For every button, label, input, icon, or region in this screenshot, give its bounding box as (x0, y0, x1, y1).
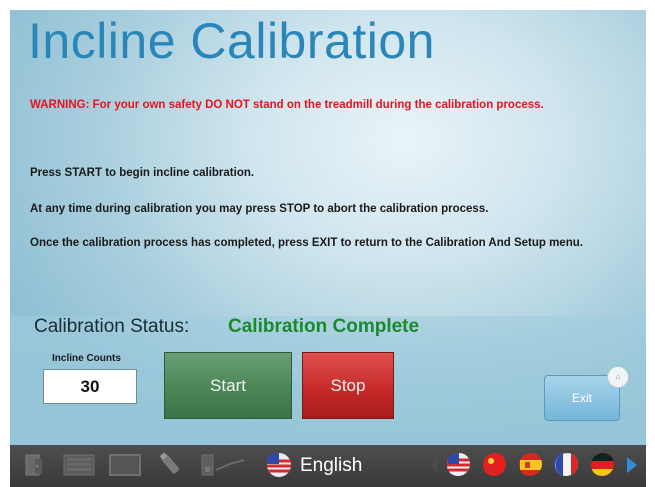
arrow-right-icon[interactable] (625, 455, 639, 475)
calibration-status-label: Calibration Status: (34, 316, 190, 337)
flag-us-icon[interactable] (446, 452, 470, 476)
page-title: Incline Calibration (28, 13, 435, 69)
safety-warning: WARNING: For your own safety DO NOT stan… (30, 99, 544, 111)
door-icon[interactable] (22, 452, 48, 478)
network-icon[interactable] (200, 452, 260, 478)
exit-badge-icon: ⌂ (607, 366, 629, 388)
flag-germany-icon[interactable] (590, 452, 614, 476)
flag-china-icon[interactable] (482, 452, 506, 476)
flag-france-icon[interactable] (554, 452, 578, 476)
instruction-stop: At any time during calibration you may p… (30, 203, 489, 215)
start-button[interactable]: Start (164, 352, 292, 419)
instruction-start: Press START to begin incline calibration… (30, 167, 255, 179)
flag-spain-icon[interactable] (518, 452, 542, 476)
arrow-left-icon[interactable] (428, 455, 440, 475)
language-selector[interactable]: English (267, 453, 363, 477)
usb-icon[interactable] (158, 450, 184, 480)
stop-button[interactable]: Stop (302, 352, 394, 419)
globe-flag-icon (267, 453, 291, 477)
calibration-status-value: Calibration Complete (228, 316, 420, 337)
screen-icon[interactable] (108, 452, 142, 478)
monitor-icon[interactable] (62, 452, 96, 478)
incline-counts-label: Incline Counts (52, 353, 121, 364)
instruction-exit: Once the calibration process has complet… (30, 237, 583, 249)
incline-counts-value: 30 (43, 369, 137, 404)
language-label: English (300, 455, 363, 476)
